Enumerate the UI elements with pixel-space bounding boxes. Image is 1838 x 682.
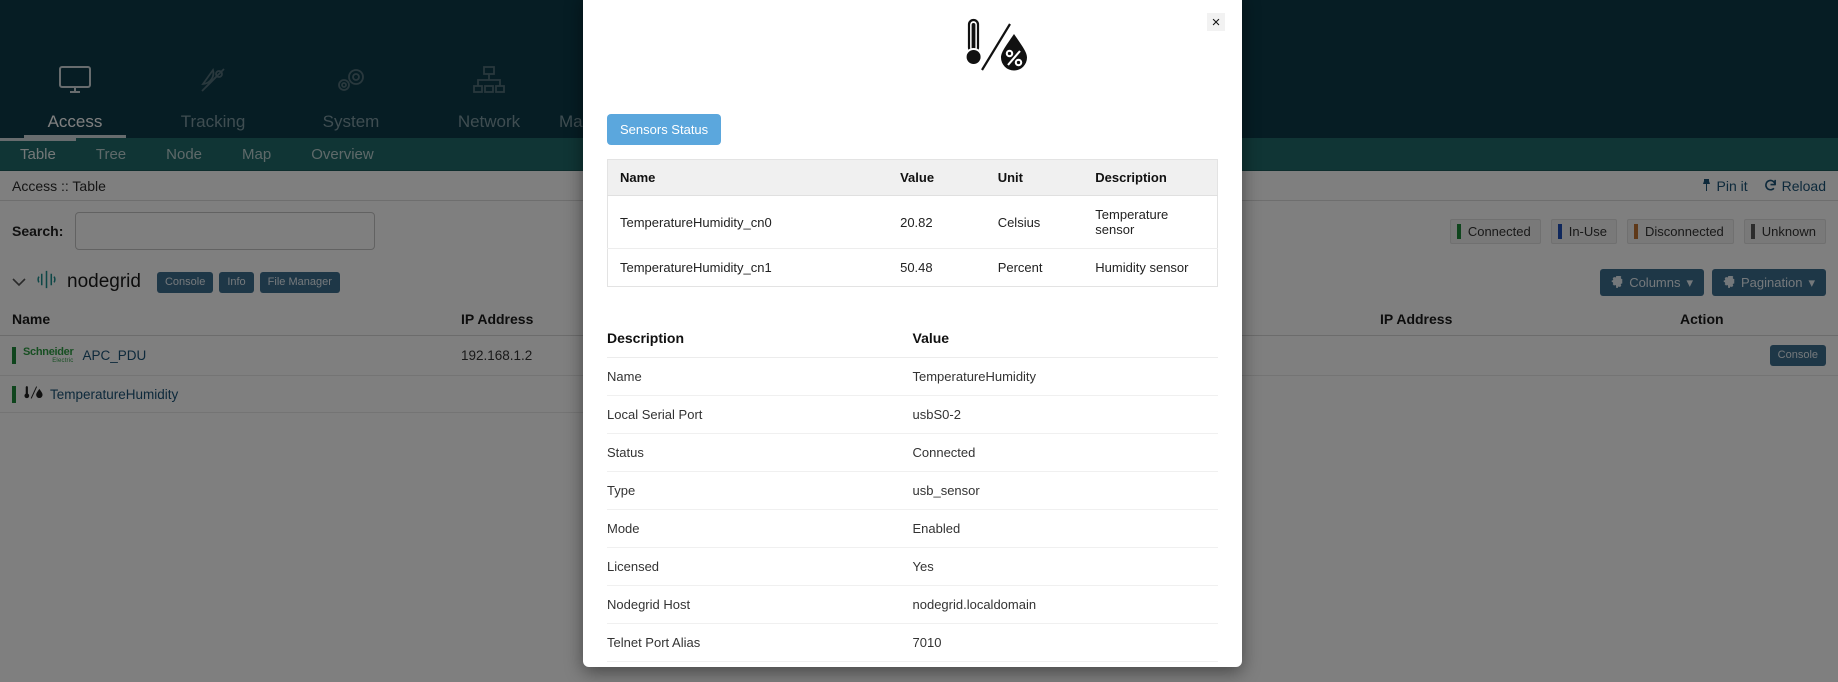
detail-key: Status <box>607 433 913 472</box>
detail-value: usbS0-2 <box>912 395 1218 434</box>
table-row: Groups admin <box>607 661 1218 667</box>
modal-header: × <box>583 0 1242 114</box>
detail-value: TemperatureHumidity <box>912 357 1218 396</box>
table-header-row: Name Value Unit Description <box>607 159 1218 196</box>
table-row: TemperatureHumidity_cn1 50.48 Percent Hu… <box>608 249 1218 287</box>
detail-key: Groups <box>607 661 913 667</box>
cell-sensor-description: Temperature sensor <box>1083 195 1218 249</box>
table-row: TemperatureHumidity_cn0 20.82 Celsius Te… <box>607 195 1218 249</box>
table-row: Mode Enabled <box>607 509 1218 548</box>
cell-sensor-name: TemperatureHumidity_cn0 <box>607 195 889 249</box>
column-header-unit: Unit <box>985 159 1084 196</box>
table-row: Telnet Port Alias 7010 <box>607 623 1218 662</box>
table-row: Status Connected <box>607 433 1218 472</box>
column-header-description: Description <box>607 324 913 358</box>
table-row: Local Serial Port usbS0-2 <box>607 395 1218 434</box>
detail-key: Name <box>607 357 913 396</box>
sensors-status-table: Name Value Unit Description TemperatureH… <box>607 159 1218 287</box>
cell-sensor-value: 50.48 <box>900 260 933 275</box>
device-detail-table: Description Value Name TemperatureHumidi… <box>607 324 1218 667</box>
sensor-detail-modal: × Sensors Status Name Value Unit Descrip… <box>583 0 1242 667</box>
cell-sensor-name: TemperatureHumidity_cn1 <box>620 260 772 275</box>
detail-key: Mode <box>607 509 913 548</box>
cell-sensor-unit: Percent <box>997 260 1043 275</box>
detail-key: Licensed <box>607 547 913 586</box>
table-row: Type usb_sensor <box>607 471 1218 510</box>
detail-value: Connected <box>912 433 1218 472</box>
column-header-value: Value <box>912 324 1218 358</box>
close-icon[interactable]: × <box>1207 13 1225 31</box>
cell-sensor-value: 20.82 <box>888 195 986 249</box>
detail-key: Nodegrid Host <box>607 585 913 624</box>
detail-key: Local Serial Port <box>607 395 913 434</box>
cell-sensor-unit: Celsius <box>985 195 1084 249</box>
application-window: Access Tracking System <box>0 0 1838 682</box>
table-row: Nodegrid Host nodegrid.localdomain <box>607 585 1218 624</box>
detail-value: admin <box>912 661 1218 667</box>
detail-value: Yes <box>912 547 1218 586</box>
column-header-name: Name <box>607 159 889 196</box>
table-row: Name TemperatureHumidity <box>607 357 1218 396</box>
table-header-row: Description Value <box>607 324 1218 358</box>
column-header-value: Value <box>888 159 986 196</box>
detail-value: nodegrid.localdomain <box>912 585 1218 624</box>
column-header-description: Description <box>1083 159 1218 196</box>
detail-key: Type <box>607 471 913 510</box>
detail-value: usb_sensor <box>912 471 1218 510</box>
detail-value: 7010 <box>912 623 1218 662</box>
thermometer-humidity-icon <box>958 14 1032 81</box>
modal-body: Sensors Status Name Value Unit Descripti… <box>583 114 1242 667</box>
table-row: Licensed Yes <box>607 547 1218 586</box>
cell-sensor-description: Humidity sensor <box>1095 260 1189 275</box>
detail-value: Enabled <box>912 509 1218 548</box>
detail-key: Telnet Port Alias <box>607 623 913 662</box>
tab-sensors-status[interactable]: Sensors Status <box>607 114 722 145</box>
